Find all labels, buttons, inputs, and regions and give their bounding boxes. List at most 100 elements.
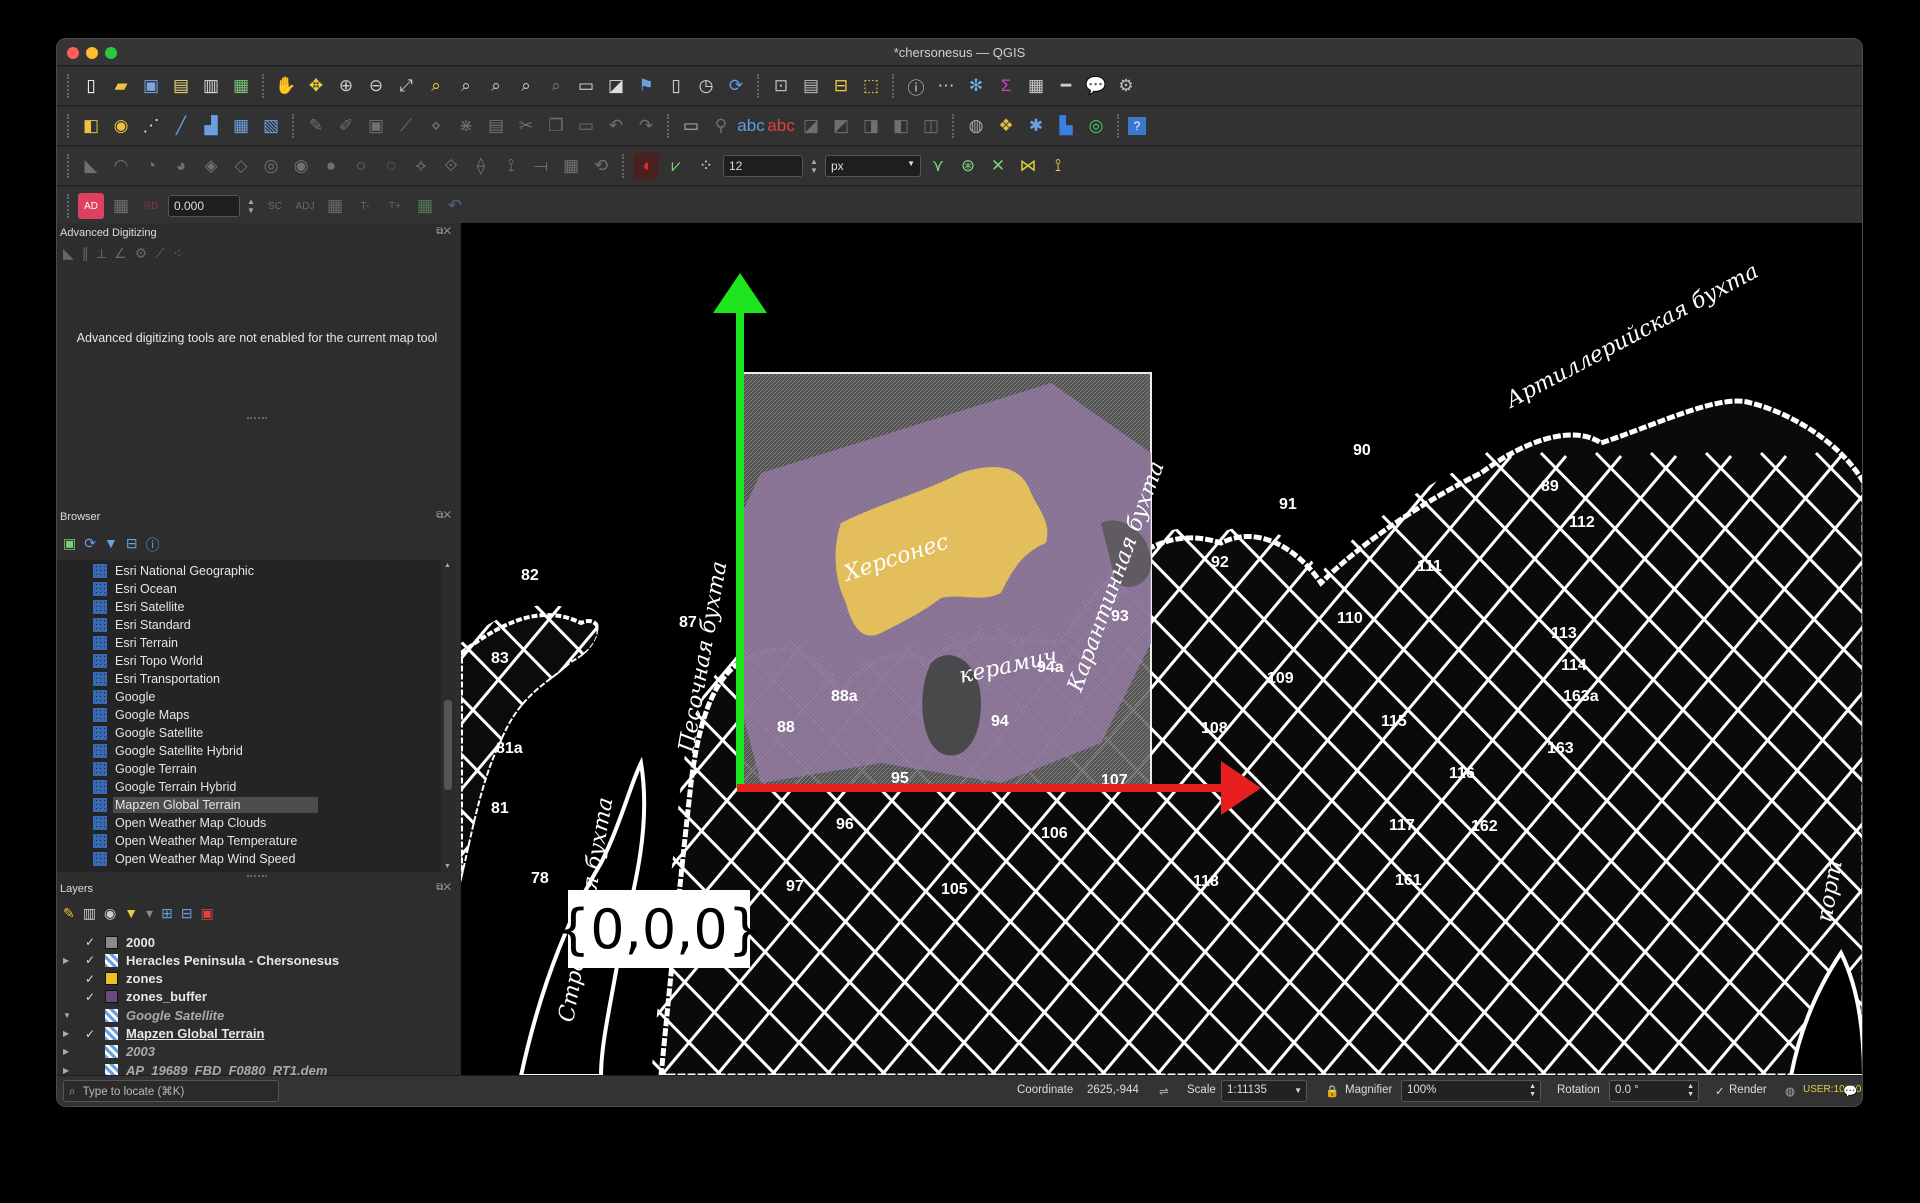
plugin-green-icon[interactable]: ◎: [1083, 113, 1109, 139]
merge-features-icon[interactable]: ⟞: [528, 153, 554, 179]
map-tips-icon[interactable]: 💬: [1083, 73, 1109, 99]
rotate-label-icon[interactable]: ◩: [828, 113, 854, 139]
snapping-magnet-icon[interactable]: ◖: [633, 153, 659, 179]
copy-features-icon[interactable]: ❐: [543, 113, 569, 139]
new-line-layer-icon[interactable]: ╱: [168, 113, 194, 139]
filter-icon[interactable]: ▼: [104, 535, 118, 555]
locator-search[interactable]: ⌕ Type to locate (⌘K): [63, 1080, 279, 1102]
browser-scroll-thumb[interactable]: [444, 700, 452, 790]
change-label-icon[interactable]: ◨: [858, 113, 884, 139]
cad-perpendicular-icon[interactable]: ⟂: [97, 245, 106, 262]
toolbar-grip[interactable]: [1117, 114, 1120, 138]
cad-settings-icon[interactable]: ⚙: [135, 245, 148, 262]
browser-item[interactable]: Google: [57, 688, 441, 706]
messages-icon[interactable]: 💬: [1843, 1084, 1857, 1098]
shape-tool-icon[interactable]: ◔: [138, 153, 164, 179]
manage-themes-icon[interactable]: ◉: [104, 905, 116, 922]
expand-arrow-icon[interactable]: ▶: [63, 1029, 75, 1038]
move-label-icon[interactable]: ◪: [798, 113, 824, 139]
expand-arrow-icon[interactable]: ▶: [63, 1047, 75, 1056]
new-map-view-icon[interactable]: ▭: [573, 73, 599, 99]
print-layout-icon[interactable]: ▥: [198, 73, 224, 99]
redo-icon[interactable]: ↷: [633, 113, 659, 139]
add-raster-icon[interactable]: ▦: [228, 113, 254, 139]
browser-item[interactable]: Mapzen Global Terrain: [57, 796, 441, 814]
select-features-icon[interactable]: ⬚: [858, 73, 884, 99]
browser-item[interactable]: Esri Ocean: [57, 580, 441, 598]
layer-row[interactable]: ▶ ✓ Heracles Peninsula - Chersonesus: [57, 951, 459, 969]
cad-undo-icon[interactable]: ↶: [442, 193, 468, 219]
field-calculator-icon[interactable]: ▦: [1023, 73, 1049, 99]
browser-item[interactable]: Google Terrain Hybrid: [57, 778, 441, 796]
plugin-blue-icon[interactable]: ▙: [1053, 113, 1079, 139]
delete-selected-icon[interactable]: ▤: [483, 113, 509, 139]
temporal-controller-icon[interactable]: ◷: [693, 73, 719, 99]
adjust-angle-icon[interactable]: ADJ: [292, 193, 318, 219]
digitize-line-icon[interactable]: ⟋: [393, 113, 419, 139]
toolbar-grip[interactable]: [952, 114, 955, 138]
snapping-mode-icon[interactable]: ⁘: [693, 153, 719, 179]
layers-tree[interactable]: ✓ 2000 ▶ ✓ Heracles Peninsula - Chersonesus ✓…: [57, 933, 459, 1093]
scale-combobox[interactable]: 1:11135 ▼: [1221, 1080, 1307, 1102]
open-project-icon[interactable]: ▰: [108, 73, 134, 99]
merge-attributes-icon[interactable]: ▦: [558, 153, 584, 179]
collapse-all-layers-icon[interactable]: ⊟: [181, 905, 193, 922]
increase-tolerance-icon[interactable]: T+: [382, 193, 408, 219]
scale-feature-icon[interactable]: ◈: [198, 153, 224, 179]
plugin-manager-icon[interactable]: ✱: [1023, 113, 1049, 139]
browser-item[interactable]: Esri Topo World: [57, 652, 441, 670]
reshape-features-icon[interactable]: ⟡: [408, 153, 434, 179]
magnifier-input[interactable]: 100% ▲ ▼: [1401, 1080, 1541, 1102]
cut-features-icon[interactable]: ✂: [513, 113, 539, 139]
toolbar-grip[interactable]: [262, 74, 265, 98]
vertex-tool-icon[interactable]: ⋄: [423, 113, 449, 139]
zoom-last-icon[interactable]: ⌕: [513, 73, 539, 99]
add-circular-string-icon[interactable]: ◠: [108, 153, 134, 179]
new-3d-map-view-icon[interactable]: ◪: [603, 73, 629, 99]
pin-labels-icon[interactable]: ⚲: [708, 113, 734, 139]
add-group-icon[interactable]: ▥: [83, 905, 96, 922]
panel-undock-close-icon[interactable]: ⧉✕: [436, 882, 451, 893]
python-console-icon[interactable]: ❖: [993, 113, 1019, 139]
cad-toggle-icon[interactable]: ▦: [108, 193, 134, 219]
browser-item[interactable]: Open Weather Map Wind Speed: [57, 850, 441, 868]
offset-curve-icon[interactable]: ⟐: [438, 153, 464, 179]
layer-row[interactable]: ✓ zones: [57, 970, 459, 988]
snapping-tolerance-input[interactable]: [723, 155, 803, 177]
filter-expression-icon[interactable]: ▾: [146, 905, 153, 922]
browser-item[interactable]: Esri Satellite: [57, 598, 441, 616]
cad-value-spinner[interactable]: ▲ ▼: [244, 195, 258, 217]
expand-arrow-icon[interactable]: ▼: [63, 1011, 75, 1020]
browser-item[interactable]: Google Satellite: [57, 724, 441, 742]
layer-row[interactable]: ▶ ✓ Mapzen Global Terrain: [57, 1025, 459, 1043]
toolbar-grip[interactable]: [67, 154, 70, 178]
browser-tree[interactable]: Esri National Geographic Esri Ocean Esri S…: [57, 560, 441, 872]
layer-visibility-checkbox[interactable]: ✓: [85, 972, 99, 986]
toolbar-grip[interactable]: [292, 114, 295, 138]
show-hide-labels-icon[interactable]: abc: [767, 113, 794, 139]
toggle-editing-icon[interactable]: ✎: [303, 113, 329, 139]
zoom-to-selection-icon[interactable]: ⌕: [423, 73, 449, 99]
open-layer-styling-icon[interactable]: ✎: [63, 905, 75, 922]
snap-to-common-angles-icon[interactable]: SC: [262, 193, 288, 219]
save-edits-icon[interactable]: ▣: [363, 113, 389, 139]
snapping-vertex-icon[interactable]: ⩗: [663, 153, 689, 179]
browser-item[interactable]: Esri National Geographic: [57, 562, 441, 580]
plugin-globe-icon[interactable]: ◍: [963, 113, 989, 139]
browser-item[interactable]: Esri Transportation: [57, 670, 441, 688]
cad-angle-icon[interactable]: ∠: [114, 245, 127, 262]
rotate-feature-icon[interactable]: ◕: [168, 153, 194, 179]
paste-features-icon[interactable]: ▭: [573, 113, 599, 139]
toggle-coordinate-display-icon[interactable]: ⇌: [1159, 1084, 1169, 1098]
avoid-overlap-icon[interactable]: ✕: [985, 153, 1011, 179]
rotate-point-symbols-icon[interactable]: ⟲: [588, 153, 614, 179]
toolbar-grip[interactable]: [67, 114, 70, 138]
new-bookmark-icon[interactable]: ⚑: [633, 73, 659, 99]
toolbar-grip[interactable]: [757, 74, 760, 98]
simplify-feature-icon[interactable]: ◇: [228, 153, 254, 179]
layer-visibility-checkbox[interactable]: ✓: [85, 953, 99, 967]
collapse-all-icon[interactable]: ⊟: [126, 535, 138, 555]
browser-item[interactable]: Open Weather Map Temperature: [57, 832, 441, 850]
identify-icon[interactable]: ⓘ: [903, 73, 929, 99]
panel-undock-close-icon[interactable]: ⧉✕: [436, 510, 451, 521]
